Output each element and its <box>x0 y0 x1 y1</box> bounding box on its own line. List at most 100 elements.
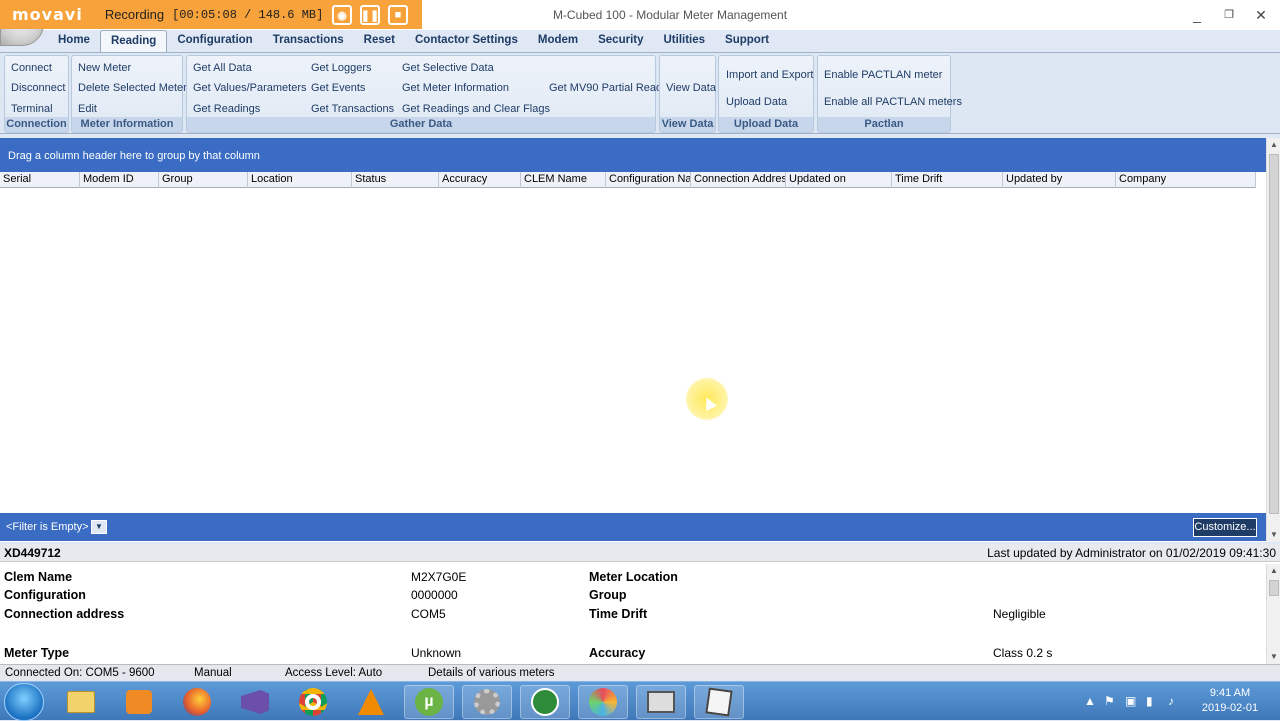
column-header[interactable]: Modem ID <box>80 172 159 188</box>
network-adapter-icon[interactable]: ▣ <box>1125 694 1136 708</box>
grid-scrollbar[interactable]: ▲ ▼ <box>1266 138 1280 542</box>
action-center-icon[interactable]: ⚑ <box>1104 694 1115 708</box>
get-selective-data-button[interactable]: Get Selective Data <box>402 62 494 74</box>
get-meter-information-button[interactable]: Get Meter Information <box>402 82 509 94</box>
visual-studio-icon[interactable] <box>230 685 280 719</box>
detail-scroll-thumb[interactable] <box>1269 580 1279 596</box>
settings-gear-icon[interactable] <box>462 685 512 719</box>
camera-icon[interactable]: ◉ <box>332 5 352 25</box>
get-all-data-button[interactable]: Get All Data <box>193 62 252 74</box>
column-header[interactable]: CLEM Name <box>521 172 606 188</box>
detail-panel: XD449712 Last updated by Administrator o… <box>0 544 1280 664</box>
new-meter-button[interactable]: New Meter <box>78 62 131 74</box>
column-header[interactable]: Status <box>352 172 439 188</box>
column-header[interactable]: Location <box>248 172 352 188</box>
group-pactlan: Enable PACTLAN meter Enable all PACTLAN … <box>817 55 962 133</box>
column-header[interactable]: Group <box>159 172 248 188</box>
group-label: Group <box>589 588 627 602</box>
firefox-icon[interactable] <box>172 685 222 719</box>
enable-pactlan-meter-button[interactable]: Enable PACTLAN meter <box>824 69 942 81</box>
taskbar: µ ▲ ⚑ ▣ ▮ ♪ 9:41 AM 2019-02-01 <box>0 681 1280 721</box>
tab-reset[interactable]: Reset <box>354 30 405 52</box>
group-by-panel[interactable]: Drag a column header here to group by th… <box>0 138 1266 172</box>
chrome-icon[interactable] <box>288 685 338 719</box>
upload-data-button[interactable]: Upload Data <box>726 96 787 108</box>
scroll-up-icon[interactable]: ▲ <box>1267 138 1280 152</box>
close-button[interactable]: ✕ <box>1246 4 1276 26</box>
accuracy-label: Accuracy <box>589 646 646 660</box>
get-loggers-button[interactable]: Get Loggers <box>311 62 372 74</box>
detail-scroll-up-icon[interactable]: ▲ <box>1267 564 1280 578</box>
tab-transactions[interactable]: Transactions <box>263 30 354 52</box>
volume-icon[interactable]: ♪ <box>1168 694 1174 708</box>
presentation-app-icon[interactable] <box>636 685 686 719</box>
tab-home[interactable]: Home <box>48 30 100 52</box>
delete-meter-button[interactable]: Delete Selected Meter <box>78 82 187 94</box>
get-mv90-partial-read-button[interactable]: Get MV90 Partial Read <box>549 82 662 94</box>
column-header[interactable]: Accuracy <box>439 172 521 188</box>
edit-button[interactable]: Edit <box>78 103 97 115</box>
stop-icon[interactable]: ■ <box>388 5 408 25</box>
tray-expand-icon[interactable]: ▲ <box>1084 694 1096 708</box>
import-export-button[interactable]: Import and Export <box>726 69 813 81</box>
meter-grid: Drag a column header here to group by th… <box>0 138 1266 542</box>
tab-configuration[interactable]: Configuration <box>167 30 262 52</box>
status-connected: Connected On: COM5 - 9600 <box>5 667 155 679</box>
filter-bar: <Filter is Empty> ▼ Customize... <box>0 513 1266 541</box>
ribbon-tabs: Home Reading Configuration Transactions … <box>0 30 1280 52</box>
tab-support[interactable]: Support <box>715 30 779 52</box>
clock[interactable]: 9:41 AM 2019-02-01 <box>1190 686 1270 716</box>
file-explorer-icon[interactable] <box>56 685 106 719</box>
disconnect-button[interactable]: Disconnect <box>11 82 65 94</box>
group-label-meter-info: Meter Information <box>72 117 182 132</box>
column-header[interactable]: Time Drift <box>892 172 1003 188</box>
vlc-icon[interactable] <box>346 685 396 719</box>
meter-type-value: Unknown <box>411 646 462 660</box>
network-signal-icon[interactable]: ▮ <box>1146 694 1153 708</box>
group-label-gather: Gather Data <box>187 117 655 132</box>
status-mode: Manual <box>194 667 232 679</box>
utorrent-icon[interactable]: µ <box>404 685 454 719</box>
view-data-button[interactable]: View Data <box>666 82 716 94</box>
accuracy-value: Class 0.2 s <box>993 646 1053 660</box>
tab-utilities[interactable]: Utilities <box>654 30 716 52</box>
tab-reading[interactable]: Reading <box>99 30 168 52</box>
filter-text[interactable]: <Filter is Empty> <box>6 521 89 533</box>
tab-contactor-settings[interactable]: Contactor Settings <box>405 30 528 52</box>
tab-modem[interactable]: Modem <box>528 30 588 52</box>
maximize-button[interactable]: ❐ <box>1214 4 1244 26</box>
status-access: Access Level: Auto <box>285 667 383 679</box>
filter-dropdown-icon[interactable]: ▼ <box>91 520 107 534</box>
terminal-button[interactable]: Terminal <box>11 103 53 115</box>
connect-button[interactable]: Connect <box>11 62 52 74</box>
scroll-thumb[interactable] <box>1269 154 1279 514</box>
get-values-button[interactable]: Get Values/Parameters <box>193 82 307 94</box>
scroll-down-icon[interactable]: ▼ <box>1267 528 1280 542</box>
get-readings-clear-flags-button[interactable]: Get Readings and Clear Flags <box>402 103 550 115</box>
get-readings-button[interactable]: Get Readings <box>193 103 260 115</box>
clock-date: 2019-02-01 <box>1201 702 1259 714</box>
m-cubed-app-icon[interactable] <box>520 685 570 719</box>
column-header[interactable]: Configuration Nam <box>606 172 691 188</box>
minimize-button[interactable]: _ <box>1182 4 1212 26</box>
time-drift-label: Time Drift <box>589 607 648 621</box>
customize-button[interactable]: Customize... <box>1193 518 1257 537</box>
pause-icon[interactable]: ❚❚ <box>360 5 380 25</box>
column-header[interactable]: Updated by <box>1003 172 1116 188</box>
group-label-upload: Upload Data <box>719 117 813 132</box>
column-header[interactable]: Serial <box>0 172 80 188</box>
detail-scrollbar[interactable]: ▲ ▼ <box>1266 564 1280 664</box>
media-player-icon[interactable] <box>114 685 164 719</box>
get-transactions-button[interactable]: Get Transactions <box>311 103 394 115</box>
detail-scroll-down-icon[interactable]: ▼ <box>1267 650 1280 664</box>
column-header[interactable]: Updated on <box>786 172 892 188</box>
enable-all-pactlan-button[interactable]: Enable all PACTLAN meters <box>824 96 962 108</box>
get-events-button[interactable]: Get Events <box>311 82 365 94</box>
start-button-icon[interactable] <box>4 683 44 721</box>
connection-address-value: COM5 <box>411 607 446 621</box>
document-app-icon[interactable] <box>694 685 744 719</box>
pinwheel-app-icon[interactable] <box>578 685 628 719</box>
column-header[interactable]: Company <box>1116 172 1256 188</box>
tab-security[interactable]: Security <box>588 30 653 52</box>
column-header[interactable]: Connection Address <box>691 172 786 188</box>
